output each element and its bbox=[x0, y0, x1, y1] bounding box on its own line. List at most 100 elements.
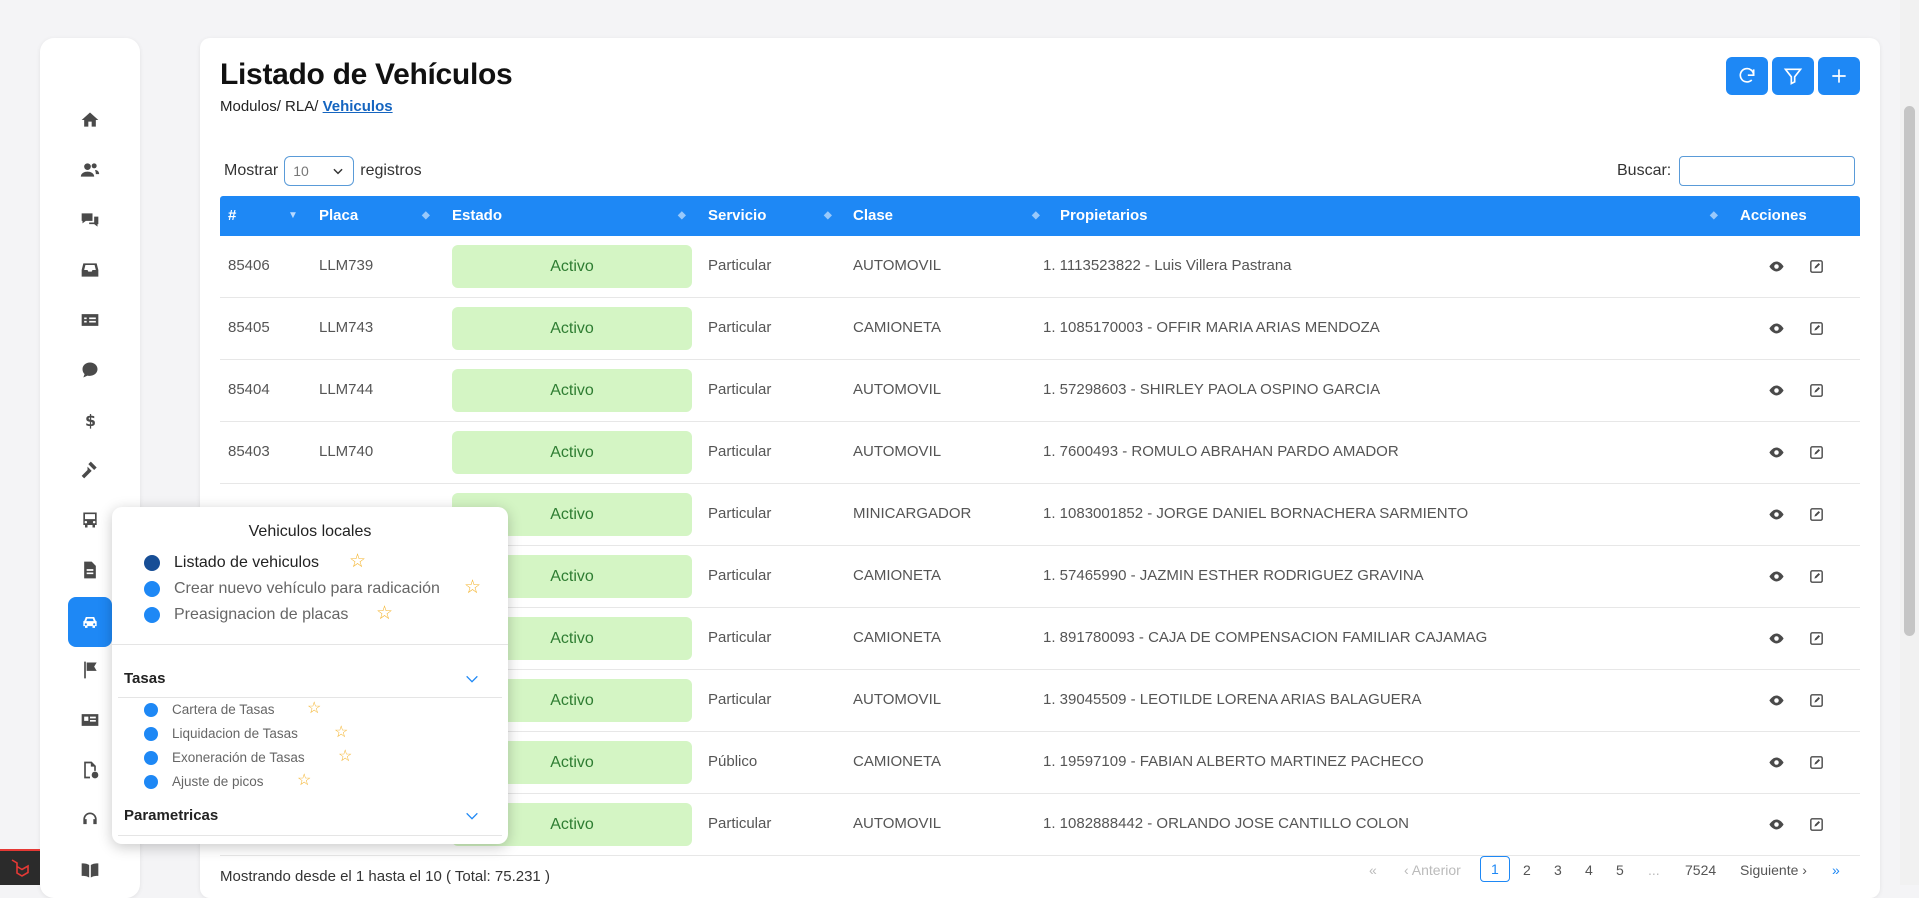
page-3-button[interactable]: 3 bbox=[1554, 862, 1562, 878]
headset-icon[interactable] bbox=[68, 798, 112, 842]
header-propietarios[interactable]: Propietarios bbox=[1060, 207, 1148, 224]
breadcrumb-rla[interactable]: RLA/ bbox=[285, 98, 318, 115]
prev-page-button[interactable]: ‹ Anterior bbox=[1404, 862, 1461, 878]
bullet-icon bbox=[144, 726, 158, 741]
comment-icon[interactable] bbox=[68, 348, 112, 392]
edit-icon[interactable] bbox=[1807, 691, 1825, 709]
star-icon[interactable]: ☆ bbox=[349, 552, 366, 571]
license-icon[interactable] bbox=[68, 698, 112, 742]
edit-icon[interactable] bbox=[1807, 443, 1825, 461]
bullet-icon bbox=[144, 607, 160, 623]
cell-propietarios: 1. 7600493 - ROMULO ABRAHAN PARDO AMADOR bbox=[1043, 443, 1399, 460]
refresh-button[interactable] bbox=[1726, 57, 1768, 95]
page-5-button[interactable]: 5 bbox=[1616, 862, 1624, 878]
edit-icon[interactable] bbox=[1807, 381, 1825, 399]
menu-item-preasignacion[interactable]: Preasignacion de placas bbox=[144, 606, 348, 624]
menu-item-ajuste[interactable]: Ajuste de picos bbox=[144, 774, 264, 789]
edit-icon[interactable] bbox=[1807, 629, 1825, 647]
users-icon[interactable] bbox=[68, 148, 112, 192]
header-servicio[interactable]: Servicio bbox=[708, 207, 766, 224]
star-icon[interactable]: ☆ bbox=[338, 749, 352, 765]
eye-icon[interactable] bbox=[1767, 753, 1785, 771]
section-parametricas[interactable]: Parametricas bbox=[124, 807, 218, 824]
header-clase[interactable]: Clase bbox=[853, 207, 893, 224]
eye-icon[interactable] bbox=[1767, 257, 1785, 275]
scrollbar-thumb[interactable] bbox=[1904, 106, 1915, 636]
filter-button[interactable] bbox=[1772, 57, 1814, 95]
sort-icon[interactable]: ◆ bbox=[678, 210, 686, 221]
eye-icon[interactable] bbox=[1767, 691, 1785, 709]
length-prefix: Mostrar bbox=[224, 162, 279, 179]
header-id[interactable]: # bbox=[228, 207, 236, 224]
breadcrumb-current[interactable]: Vehiculos bbox=[323, 98, 393, 115]
cell-propietarios: 1. 39045509 - LEOTILDE LORENA ARIAS BALA… bbox=[1043, 691, 1422, 708]
edit-icon[interactable] bbox=[1807, 257, 1825, 275]
book-icon[interactable] bbox=[68, 848, 112, 892]
page-2-button[interactable]: 2 bbox=[1523, 862, 1531, 878]
cell-clase: AUTOMOVIL bbox=[853, 815, 942, 832]
cell-servicio: Particular bbox=[708, 381, 772, 398]
car-icon[interactable] bbox=[68, 597, 112, 647]
star-icon[interactable]: ☆ bbox=[376, 604, 393, 623]
file-info-icon[interactable] bbox=[68, 748, 112, 792]
cell-servicio: Particular bbox=[708, 691, 772, 708]
search-input[interactable] bbox=[1679, 156, 1856, 186]
page-1-button[interactable]: 1 bbox=[1480, 856, 1510, 882]
id-card-icon[interactable] bbox=[68, 298, 112, 342]
sort-icon[interactable]: ◆ bbox=[422, 210, 430, 221]
length-select[interactable]: 10 bbox=[284, 156, 355, 186]
menu-item-cartera[interactable]: Cartera de Tasas bbox=[144, 702, 275, 717]
document-icon[interactable] bbox=[68, 548, 112, 592]
eye-icon[interactable] bbox=[1767, 319, 1785, 337]
sort-desc-icon[interactable]: ▼ bbox=[288, 210, 298, 221]
dollar-icon[interactable]: $ bbox=[68, 398, 112, 442]
star-icon[interactable]: ☆ bbox=[464, 578, 481, 597]
menu-item-liquidacion[interactable]: Liquidacion de Tasas bbox=[144, 726, 298, 741]
bus-icon[interactable] bbox=[68, 498, 112, 542]
flag-icon[interactable] bbox=[68, 648, 112, 692]
eye-icon[interactable] bbox=[1767, 567, 1785, 585]
inbox-icon[interactable] bbox=[68, 248, 112, 292]
edit-icon[interactable] bbox=[1807, 815, 1825, 833]
sort-icon[interactable]: ◆ bbox=[824, 210, 832, 221]
menu-item-exoneracion[interactable]: Exoneración de Tasas bbox=[144, 750, 305, 765]
laravel-logo-icon[interactable] bbox=[0, 851, 40, 885]
eye-icon[interactable] bbox=[1767, 381, 1785, 399]
page-4-button[interactable]: 4 bbox=[1585, 862, 1593, 878]
star-icon[interactable]: ☆ bbox=[297, 773, 311, 789]
cell-servicio: Particular bbox=[708, 443, 772, 460]
header-placa[interactable]: Placa bbox=[319, 207, 358, 224]
edit-icon[interactable] bbox=[1807, 753, 1825, 771]
svg-text:$: $ bbox=[85, 411, 96, 430]
star-icon[interactable]: ☆ bbox=[307, 701, 321, 717]
cell-servicio: Particular bbox=[708, 257, 772, 274]
gavel-icon[interactable] bbox=[68, 448, 112, 492]
eye-icon[interactable] bbox=[1767, 505, 1785, 523]
sort-icon[interactable]: ◆ bbox=[1710, 210, 1718, 221]
home-icon[interactable] bbox=[68, 98, 112, 142]
cell-id: 85405 bbox=[228, 319, 270, 336]
chat-icon[interactable] bbox=[68, 198, 112, 242]
header-estado[interactable]: Estado bbox=[452, 207, 502, 224]
menu-item-listado[interactable]: Listado de vehiculos bbox=[144, 554, 319, 572]
edit-icon[interactable] bbox=[1807, 567, 1825, 585]
edit-icon[interactable] bbox=[1807, 319, 1825, 337]
edit-icon[interactable] bbox=[1807, 505, 1825, 523]
eye-icon[interactable] bbox=[1767, 443, 1785, 461]
add-button[interactable] bbox=[1818, 57, 1860, 95]
sort-icon[interactable]: ◆ bbox=[1032, 210, 1040, 221]
chevron-down-icon[interactable] bbox=[464, 808, 480, 824]
last-page-number-button[interactable]: 7524 bbox=[1685, 862, 1716, 878]
breadcrumb-modulos[interactable]: Modulos/ bbox=[220, 98, 281, 115]
last-page-button[interactable]: » bbox=[1832, 862, 1840, 878]
next-page-button[interactable]: Siguiente › bbox=[1740, 862, 1807, 878]
eye-icon[interactable] bbox=[1767, 629, 1785, 647]
first-page-button[interactable]: « bbox=[1369, 862, 1377, 878]
chevron-down-icon[interactable] bbox=[464, 671, 480, 687]
bullet-icon bbox=[144, 581, 160, 597]
menu-item-crear[interactable]: Crear nuevo vehículo para radicación bbox=[144, 580, 440, 598]
star-icon[interactable]: ☆ bbox=[334, 725, 348, 741]
table-row: 85405 LLM743 Activo Particular CAMIONETA 1. 1… bbox=[220, 298, 1860, 360]
section-tasas[interactable]: Tasas bbox=[124, 670, 165, 687]
eye-icon[interactable] bbox=[1767, 815, 1785, 833]
